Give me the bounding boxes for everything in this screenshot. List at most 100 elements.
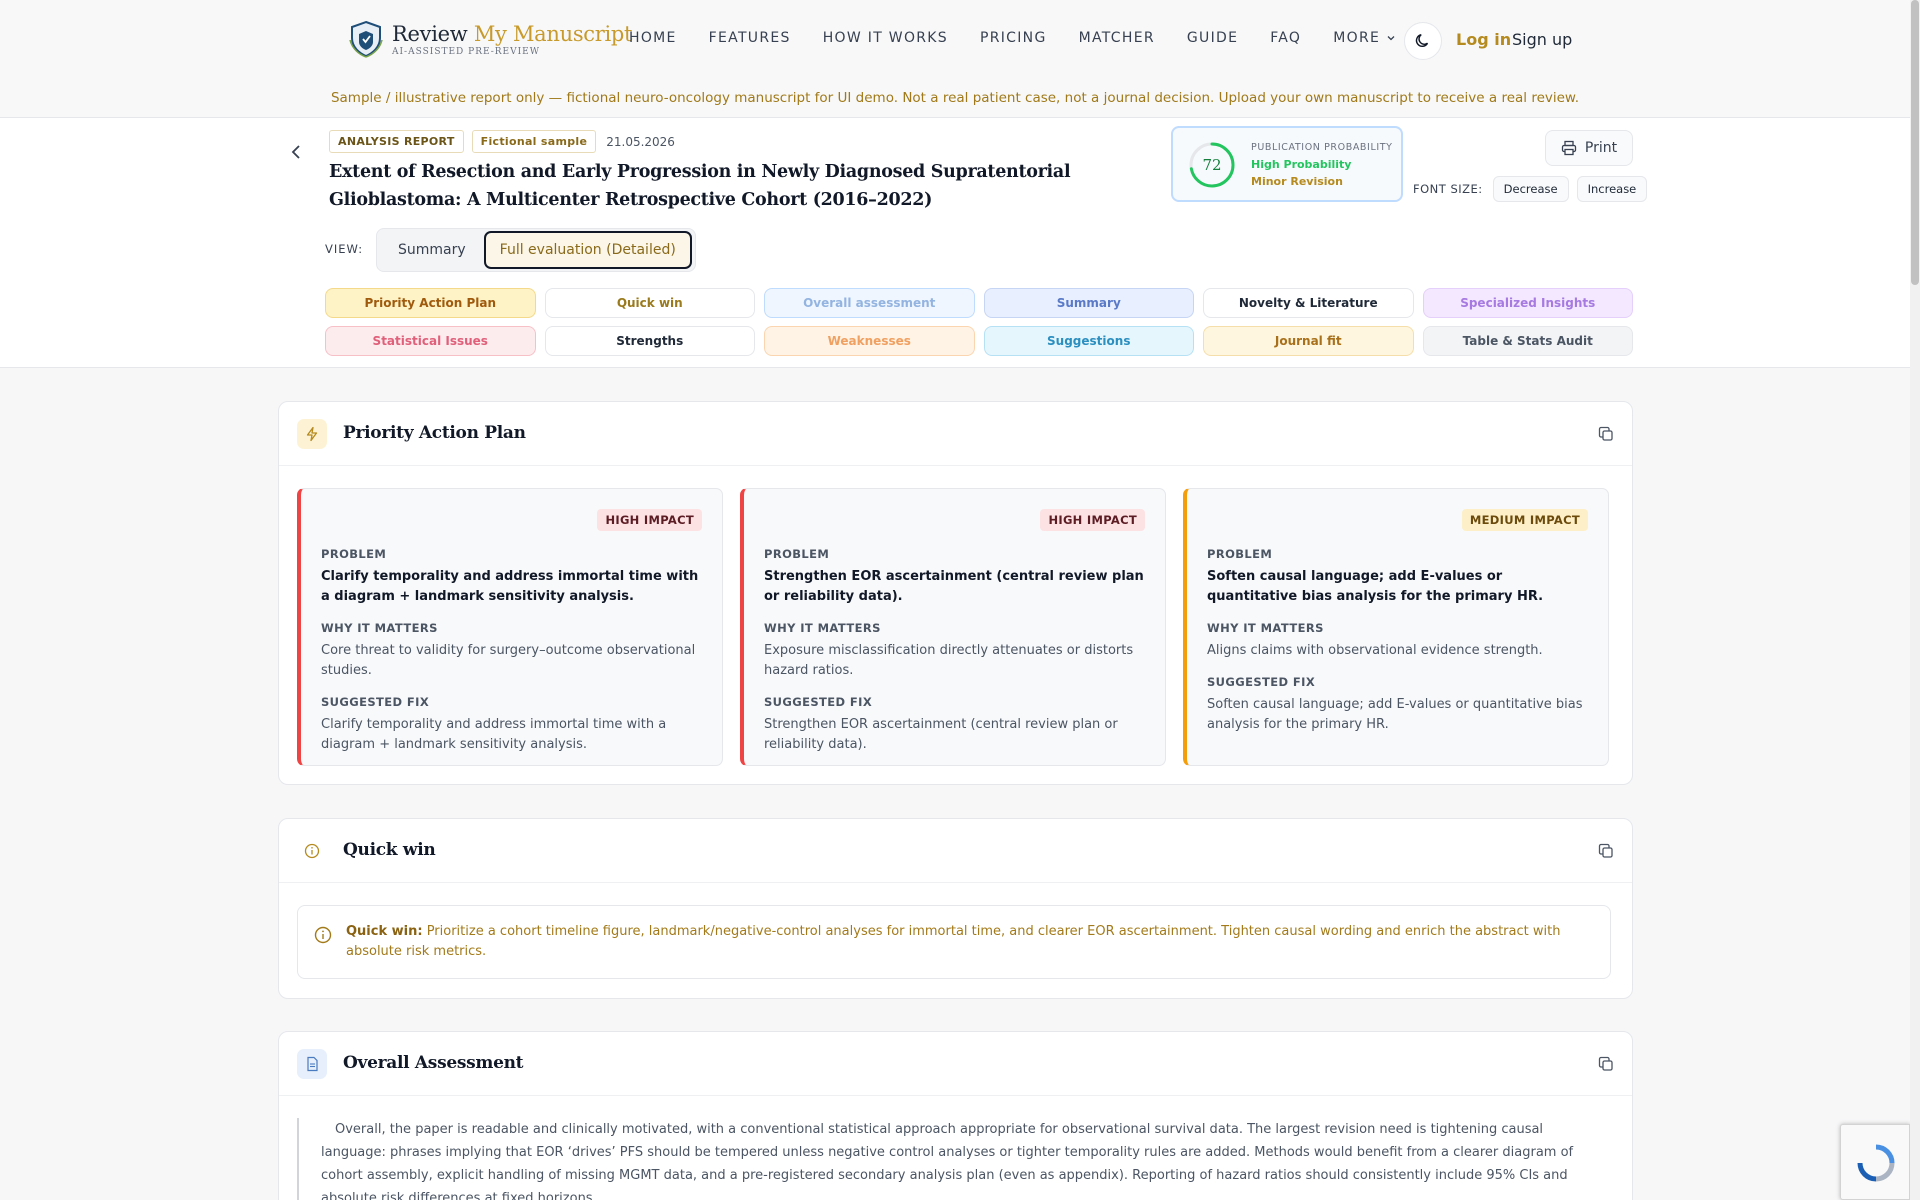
section-header: Priority Action Plan bbox=[279, 402, 1632, 466]
chip-statistical-issues[interactable]: Statistical Issues bbox=[325, 326, 536, 356]
shield-logo-icon bbox=[349, 20, 383, 58]
info-icon bbox=[314, 926, 332, 944]
problem-text: Clarify temporality and address immortal… bbox=[321, 569, 699, 604]
chip-strengths[interactable]: Strengths bbox=[544, 326, 755, 356]
section-header: Overall Assessment bbox=[279, 1032, 1632, 1096]
quick-win-text: Quick win: Prioritize a cohort timeline … bbox=[346, 924, 1561, 959]
impact-badge: MEDIUM IMPACT bbox=[1461, 509, 1588, 531]
brand-name: Review My Manuscript bbox=[392, 21, 633, 46]
why-text: Core threat to validity for surgery–outc… bbox=[321, 643, 696, 678]
impact-badge: HIGH IMPACT bbox=[597, 509, 702, 531]
quick-win-section: Quick win Quick win: Prioritize a cohort… bbox=[278, 818, 1633, 999]
manuscript-title: Extent of Resection and Early Progressio… bbox=[329, 162, 1071, 210]
nav-more-label: MORE bbox=[1333, 30, 1381, 46]
chip-overall-assessment[interactable]: Overall assessment bbox=[764, 288, 975, 318]
action-card: HIGH IMPACT PROBLEM Clarify temporality … bbox=[297, 488, 723, 766]
section-title: Quick win bbox=[343, 840, 436, 860]
problem-label: PROBLEM bbox=[1207, 547, 1273, 561]
font-size-label: FONT SIZE: bbox=[1413, 182, 1483, 196]
increase-font-button[interactable]: Increase bbox=[1576, 176, 1648, 202]
copy-icon[interactable] bbox=[1598, 1056, 1614, 1072]
why-label: WHY IT MATTERS bbox=[321, 621, 438, 635]
theme-toggle-button[interactable] bbox=[1404, 22, 1442, 60]
chevron-down-icon bbox=[1387, 36, 1395, 41]
nav-matcher[interactable]: MATCHER bbox=[1079, 30, 1155, 46]
chip-quick-win[interactable]: Quick win bbox=[544, 288, 755, 318]
recaptcha-badge[interactable] bbox=[1840, 1124, 1910, 1200]
why-label: WHY IT MATTERS bbox=[1207, 621, 1324, 635]
nav-more-dropdown[interactable]: MORE bbox=[1333, 30, 1396, 46]
problem-label: PROBLEM bbox=[764, 547, 830, 561]
section-chips: Priority Action Plan Quick win Overall a… bbox=[325, 288, 1633, 356]
copy-icon[interactable] bbox=[1598, 843, 1614, 859]
info-icon bbox=[297, 836, 327, 866]
report-type-badge: ANALYSIS REPORT bbox=[329, 130, 464, 153]
chip-journal-fit[interactable]: Journal fit bbox=[1203, 326, 1414, 356]
impact-badge: HIGH IMPACT bbox=[1040, 509, 1145, 531]
problem-text: Strengthen EOR ascertainment (central re… bbox=[764, 569, 1144, 604]
action-card: HIGH IMPACT PROBLEM Strengthen EOR ascer… bbox=[740, 488, 1166, 766]
report-date: 21.05.2026 bbox=[606, 134, 675, 149]
back-arrow-icon[interactable] bbox=[287, 142, 307, 162]
chip-priority-action-plan[interactable]: Priority Action Plan bbox=[325, 288, 536, 318]
section-header: Quick win bbox=[279, 819, 1632, 883]
decision-label: Minor Revision bbox=[1251, 175, 1343, 188]
fix-text: Clarify temporality and address immortal… bbox=[321, 717, 667, 752]
view-summary-button[interactable]: Summary bbox=[380, 242, 484, 258]
nav-faq[interactable]: FAQ bbox=[1270, 30, 1301, 46]
scrollbar-thumb[interactable] bbox=[1911, 0, 1919, 285]
chip-suggestions[interactable]: Suggestions bbox=[983, 326, 1194, 356]
print-label: Print bbox=[1584, 140, 1618, 156]
section-title: Priority Action Plan bbox=[343, 423, 526, 443]
recaptcha-icon bbox=[1857, 1144, 1895, 1182]
chip-table-stats-audit[interactable]: Table & Stats Audit bbox=[1422, 326, 1633, 356]
main-nav: HOME FEATURES HOW IT WORKS PRICING MATCH… bbox=[629, 30, 1428, 46]
why-text: Aligns claims with observational evidenc… bbox=[1207, 643, 1543, 658]
probability-level: High Probability bbox=[1251, 158, 1352, 171]
probability-label: PUBLICATION PROBABILITY bbox=[1251, 142, 1393, 153]
login-link[interactable]: Log in bbox=[1456, 30, 1511, 49]
brand-tagline: AI-ASSISTED PRE-REVIEW bbox=[392, 46, 540, 57]
nav-features[interactable]: FEATURES bbox=[709, 30, 791, 46]
decrease-font-button[interactable]: Decrease bbox=[1492, 176, 1569, 202]
font-size-controls: FONT SIZE: Decrease Increase bbox=[1413, 176, 1648, 202]
publication-probability-card: 72 PUBLICATION PROBABILITY High Probabil… bbox=[1171, 126, 1403, 202]
why-label: WHY IT MATTERS bbox=[764, 621, 881, 635]
moon-icon bbox=[1415, 33, 1429, 47]
report-tags: ANALYSIS REPORT Fictional sample 21.05.2… bbox=[329, 130, 675, 153]
chip-specialized-insights[interactable]: Specialized Insights bbox=[1422, 288, 1633, 318]
nav-home[interactable]: HOME bbox=[629, 30, 677, 46]
chip-weaknesses[interactable]: Weaknesses bbox=[764, 326, 975, 356]
nav-guide[interactable]: GUIDE bbox=[1187, 30, 1238, 46]
printer-icon bbox=[1561, 140, 1577, 156]
quick-win-box: Quick win: Prioritize a cohort timeline … bbox=[297, 905, 1611, 979]
document-icon bbox=[297, 1049, 327, 1079]
lightning-icon bbox=[297, 419, 327, 449]
print-button[interactable]: Print bbox=[1545, 130, 1633, 166]
nav-pricing[interactable]: PRICING bbox=[980, 30, 1047, 46]
nav-how-it-works[interactable]: HOW IT WORKS bbox=[823, 30, 948, 46]
brand-logo[interactable]: Review My Manuscript AI-ASSISTED PRE-REV… bbox=[348, 20, 633, 58]
fix-label: SUGGESTED FIX bbox=[1207, 675, 1316, 689]
chip-summary[interactable]: Summary bbox=[983, 288, 1194, 318]
fix-label: SUGGESTED FIX bbox=[764, 695, 873, 709]
report-header: ANALYSIS REPORT Fictional sample 21.05.2… bbox=[0, 118, 1910, 368]
action-cards: HIGH IMPACT PROBLEM Clarify temporality … bbox=[297, 488, 1609, 766]
sample-badge: Fictional sample bbox=[471, 130, 597, 153]
view-full-button[interactable]: Full evaluation (Detailed) bbox=[483, 231, 692, 269]
problem-text: Soften causal language; add E-values or … bbox=[1207, 569, 1544, 604]
site-header: Review My Manuscript AI-ASSISTED PRE-REV… bbox=[0, 0, 1910, 118]
probability-score: 72 bbox=[1202, 156, 1222, 174]
view-label: VIEW: bbox=[325, 242, 364, 256]
problem-label: PROBLEM bbox=[321, 547, 387, 561]
action-card: MEDIUM IMPACT PROBLEM Soften causal lang… bbox=[1183, 488, 1609, 766]
priority-action-plan-section: Priority Action Plan HIGH IMPACT PROBLEM… bbox=[278, 401, 1633, 785]
fix-text: Soften causal language; add E-values or … bbox=[1207, 697, 1583, 732]
overall-assessment-text: Overall, the paper is readable and clini… bbox=[297, 1118, 1611, 1200]
why-text: Exposure misclassification directly atte… bbox=[764, 643, 1134, 678]
fix-text: Strengthen EOR ascertainment (central re… bbox=[764, 717, 1118, 752]
chip-novelty-literature[interactable]: Novelty & Literature bbox=[1203, 288, 1414, 318]
copy-icon[interactable] bbox=[1598, 426, 1614, 442]
fix-label: SUGGESTED FIX bbox=[321, 695, 430, 709]
signup-link[interactable]: Sign up bbox=[1512, 30, 1572, 49]
